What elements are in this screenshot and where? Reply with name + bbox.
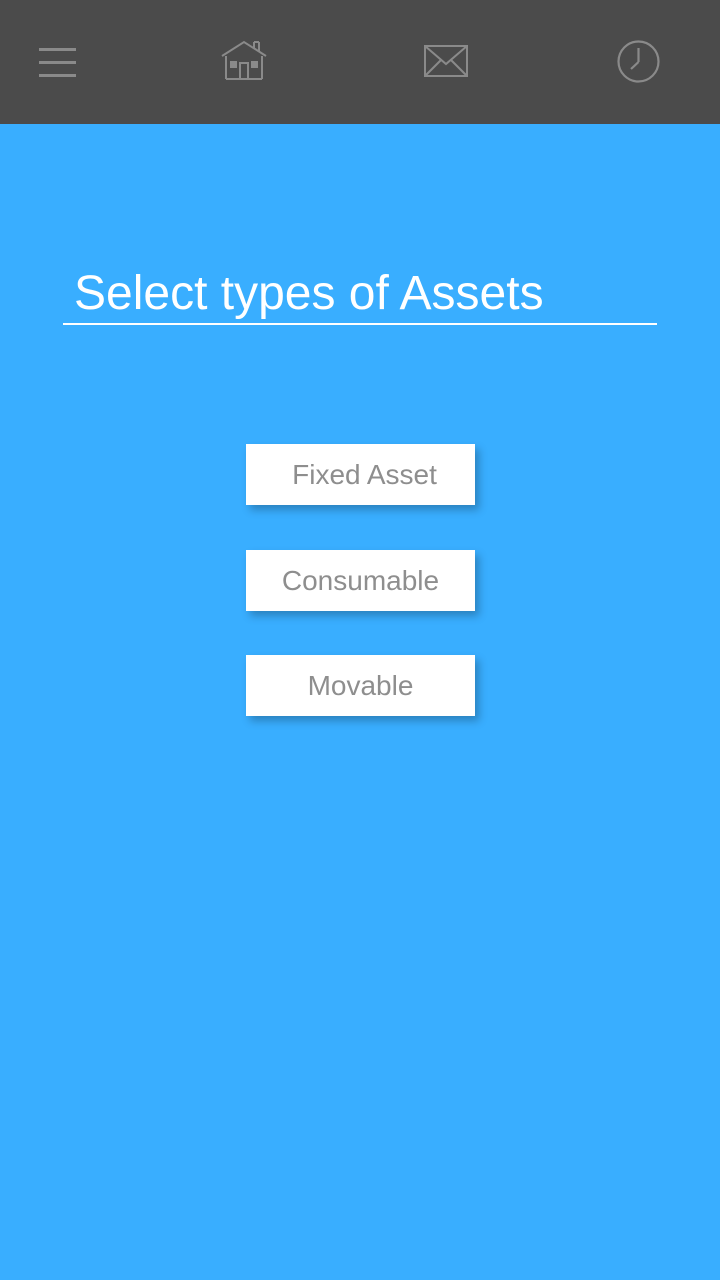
title-underline: Select types of Assets [63,262,657,325]
movable-button[interactable]: Movable [246,655,475,716]
clock-icon[interactable] [616,39,661,84]
top-app-bar [0,0,720,124]
hamburger-menu-icon[interactable] [38,44,78,80]
consumable-button[interactable]: Consumable [246,550,475,611]
home-icon[interactable] [220,39,268,81]
mail-icon[interactable] [423,44,469,78]
page-title: Select types of Assets [74,267,544,320]
fixed-asset-button[interactable]: Fixed Asset [246,444,475,505]
